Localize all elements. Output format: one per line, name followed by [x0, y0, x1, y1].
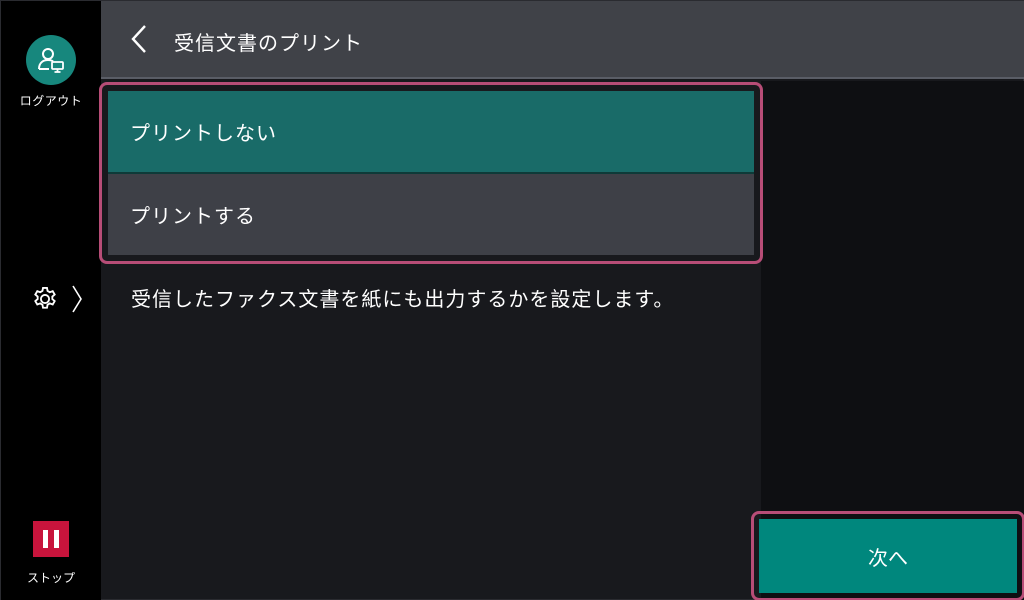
logout-label: ログアウト [19, 94, 83, 108]
next-button[interactable]: 次へ [759, 519, 1017, 593]
option-no-print[interactable]: プリントしない [108, 91, 754, 174]
pause-icon [33, 521, 69, 557]
next-button-frame: 次へ [751, 511, 1024, 600]
screen: ログアウト ストップ 受信文書のプリント プリントしない プリントする 受信した… [0, 0, 1024, 600]
logout-button[interactable]: ログアウト [1, 35, 101, 115]
option-label: プリントする [130, 204, 256, 228]
header-bar: 受信文書のプリント [101, 1, 1024, 79]
gear-icon [31, 285, 59, 317]
option-label: プリントしない [130, 121, 277, 145]
left-rail: ログアウト ストップ [1, 1, 101, 600]
page-title: 受信文書のプリント [174, 31, 363, 55]
next-label: 次へ [868, 545, 908, 570]
user-logout-icon [26, 35, 76, 85]
chevron-right-icon [71, 284, 83, 318]
description-text: 受信したファクス文書を紙にも出力するかを設定します。 [131, 287, 675, 311]
option-print[interactable]: プリントする [108, 174, 754, 255]
stop-label: ストップ [26, 571, 75, 585]
back-button[interactable] [119, 21, 159, 61]
settings-button[interactable] [31, 279, 95, 323]
stop-button[interactable]: ストップ [1, 521, 101, 593]
option-list: プリントしない プリントする [99, 82, 763, 264]
back-chevron-icon [129, 23, 149, 59]
